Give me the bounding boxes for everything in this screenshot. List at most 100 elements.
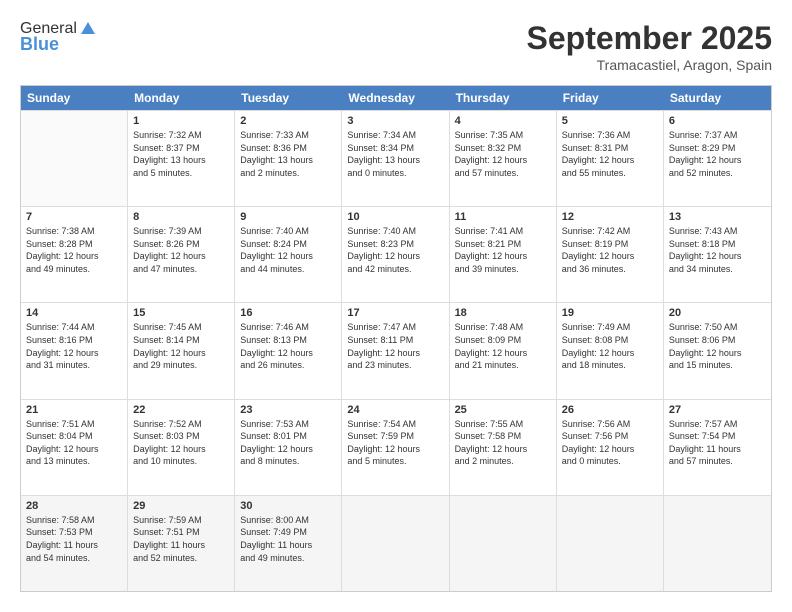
day-cell: 1 Sunrise: 7:32 AM Sunset: 8:37 PM Daylig… (128, 111, 235, 206)
day-cell: 18 Sunrise: 7:48 AM Sunset: 8:09 PM Dayli… (450, 303, 557, 398)
day-cell (21, 111, 128, 206)
logo-blue-text: Blue (20, 34, 59, 55)
day-number: 4 (455, 115, 551, 127)
day-info: Sunrise: 7:37 AM Sunset: 8:29 PM Dayligh… (669, 129, 766, 179)
day-header: Tuesday (235, 86, 342, 110)
day-cell: 29 Sunrise: 7:59 AM Sunset: 7:51 PM Dayli… (128, 496, 235, 591)
page: General Blue September 2025 Tramacastiel… (0, 0, 792, 612)
day-cell: 14Sunrise: 7:44 AM Sunset: 8:16 PM Dayli… (21, 303, 128, 398)
day-info: Sunrise: 7:58 AM Sunset: 7:53 PM Dayligh… (26, 514, 122, 564)
day-header: Saturday (664, 86, 771, 110)
day-cell: 13 Sunrise: 7:43 AM Sunset: 8:18 PM Dayli… (664, 207, 771, 302)
day-cell: 30 Sunrise: 8:00 AM Sunset: 7:49 PM Dayli… (235, 496, 342, 591)
day-cell: 20 Sunrise: 7:50 AM Sunset: 8:06 PM Dayli… (664, 303, 771, 398)
day-info: Sunrise: 7:56 AM Sunset: 7:56 PM Dayligh… (562, 418, 658, 468)
day-info: Sunrise: 7:42 AM Sunset: 8:19 PM Dayligh… (562, 225, 658, 275)
day-cell: 27 Sunrise: 7:57 AM Sunset: 7:54 PM Dayli… (664, 400, 771, 495)
day-info: Sunrise: 7:44 AM Sunset: 8:16 PM Dayligh… (26, 321, 122, 371)
day-number: 2 (240, 115, 336, 127)
week-row: 1 Sunrise: 7:32 AM Sunset: 8:37 PM Daylig… (21, 110, 771, 206)
day-info: Sunrise: 7:40 AM Sunset: 8:23 PM Dayligh… (347, 225, 443, 275)
day-info: Sunrise: 7:40 AM Sunset: 8:24 PM Dayligh… (240, 225, 336, 275)
day-number: 25 (455, 404, 551, 416)
week-row: 21Sunrise: 7:51 AM Sunset: 8:04 PM Dayli… (21, 399, 771, 495)
day-cell: 9 Sunrise: 7:40 AM Sunset: 8:24 PM Daylig… (235, 207, 342, 302)
day-cell: 19Sunrise: 7:49 AM Sunset: 8:08 PM Dayli… (557, 303, 664, 398)
day-info: Sunrise: 7:52 AM Sunset: 8:03 PM Dayligh… (133, 418, 229, 468)
day-number: 7 (26, 211, 122, 223)
day-info: Sunrise: 7:32 AM Sunset: 8:37 PM Dayligh… (133, 129, 229, 179)
day-cell: 17Sunrise: 7:47 AM Sunset: 8:11 PM Dayli… (342, 303, 449, 398)
day-cell (557, 496, 664, 591)
day-info: Sunrise: 7:34 AM Sunset: 8:34 PM Dayligh… (347, 129, 443, 179)
day-info: Sunrise: 7:47 AM Sunset: 8:11 PM Dayligh… (347, 321, 443, 371)
day-number: 29 (133, 500, 229, 512)
day-cell: 5Sunrise: 7:36 AM Sunset: 8:31 PM Daylig… (557, 111, 664, 206)
day-number: 30 (240, 500, 336, 512)
day-number: 9 (240, 211, 336, 223)
day-cell: 26 Sunrise: 7:56 AM Sunset: 7:56 PM Dayli… (557, 400, 664, 495)
day-info: Sunrise: 7:41 AM Sunset: 8:21 PM Dayligh… (455, 225, 551, 275)
day-info: Sunrise: 7:59 AM Sunset: 7:51 PM Dayligh… (133, 514, 229, 564)
day-cell: 23 Sunrise: 7:53 AM Sunset: 8:01 PM Dayli… (235, 400, 342, 495)
day-number: 23 (240, 404, 336, 416)
day-number: 15 (133, 307, 229, 319)
day-info: Sunrise: 7:38 AM Sunset: 8:28 PM Dayligh… (26, 225, 122, 275)
day-cell: 4 Sunrise: 7:35 AM Sunset: 8:32 PM Daylig… (450, 111, 557, 206)
day-cell: 11Sunrise: 7:41 AM Sunset: 8:21 PM Dayli… (450, 207, 557, 302)
day-number: 24 (347, 404, 443, 416)
day-number: 3 (347, 115, 443, 127)
title-block: September 2025 Tramacastiel, Aragon, Spa… (527, 20, 772, 73)
day-number: 13 (669, 211, 766, 223)
day-cell (664, 496, 771, 591)
day-cell: 8 Sunrise: 7:39 AM Sunset: 8:26 PM Daylig… (128, 207, 235, 302)
day-info: Sunrise: 7:43 AM Sunset: 8:18 PM Dayligh… (669, 225, 766, 275)
weeks: 1 Sunrise: 7:32 AM Sunset: 8:37 PM Daylig… (21, 110, 771, 591)
day-number: 12 (562, 211, 658, 223)
day-cell (342, 496, 449, 591)
day-cell: 22 Sunrise: 7:52 AM Sunset: 8:03 PM Dayli… (128, 400, 235, 495)
day-info: Sunrise: 7:53 AM Sunset: 8:01 PM Dayligh… (240, 418, 336, 468)
day-cell (450, 496, 557, 591)
day-number: 6 (669, 115, 766, 127)
day-cell: 28 Sunrise: 7:58 AM Sunset: 7:53 PM Dayli… (21, 496, 128, 591)
day-cell: 12 Sunrise: 7:42 AM Sunset: 8:19 PM Dayli… (557, 207, 664, 302)
day-cell: 7 Sunrise: 7:38 AM Sunset: 8:28 PM Daylig… (21, 207, 128, 302)
week-row: 7 Sunrise: 7:38 AM Sunset: 8:28 PM Daylig… (21, 206, 771, 302)
day-number: 26 (562, 404, 658, 416)
day-info: Sunrise: 7:49 AM Sunset: 8:08 PM Dayligh… (562, 321, 658, 371)
day-info: Sunrise: 7:55 AM Sunset: 7:58 PM Dayligh… (455, 418, 551, 468)
day-info: Sunrise: 7:45 AM Sunset: 8:14 PM Dayligh… (133, 321, 229, 371)
day-number: 20 (669, 307, 766, 319)
month-title: September 2025 (527, 20, 772, 57)
day-number: 10 (347, 211, 443, 223)
day-number: 28 (26, 500, 122, 512)
day-number: 27 (669, 404, 766, 416)
day-cell: 10 Sunrise: 7:40 AM Sunset: 8:23 PM Dayli… (342, 207, 449, 302)
day-info: Sunrise: 7:54 AM Sunset: 7:59 PM Dayligh… (347, 418, 443, 468)
day-number: 18 (455, 307, 551, 319)
day-info: Sunrise: 7:46 AM Sunset: 8:13 PM Dayligh… (240, 321, 336, 371)
day-header: Thursday (450, 86, 557, 110)
day-info: Sunrise: 7:57 AM Sunset: 7:54 PM Dayligh… (669, 418, 766, 468)
day-number: 8 (133, 211, 229, 223)
day-info: Sunrise: 7:33 AM Sunset: 8:36 PM Dayligh… (240, 129, 336, 179)
day-info: Sunrise: 8:00 AM Sunset: 7:49 PM Dayligh… (240, 514, 336, 564)
day-cell: 16Sunrise: 7:46 AM Sunset: 8:13 PM Dayli… (235, 303, 342, 398)
day-cell: 25 Sunrise: 7:55 AM Sunset: 7:58 PM Dayli… (450, 400, 557, 495)
header: General Blue September 2025 Tramacastiel… (20, 20, 772, 73)
day-cell: 21Sunrise: 7:51 AM Sunset: 8:04 PM Dayli… (21, 400, 128, 495)
logo: General Blue (20, 20, 97, 55)
day-info: Sunrise: 7:48 AM Sunset: 8:09 PM Dayligh… (455, 321, 551, 371)
day-number: 1 (133, 115, 229, 127)
day-headers: SundayMondayTuesdayWednesdayThursdayFrid… (21, 86, 771, 110)
day-header: Friday (557, 86, 664, 110)
day-cell: 24 Sunrise: 7:54 AM Sunset: 7:59 PM Dayli… (342, 400, 449, 495)
day-cell: 3 Sunrise: 7:34 AM Sunset: 8:34 PM Daylig… (342, 111, 449, 206)
day-number: 22 (133, 404, 229, 416)
day-info: Sunrise: 7:39 AM Sunset: 8:26 PM Dayligh… (133, 225, 229, 275)
day-number: 21 (26, 404, 122, 416)
day-header: Monday (128, 86, 235, 110)
day-info: Sunrise: 7:50 AM Sunset: 8:06 PM Dayligh… (669, 321, 766, 371)
day-info: Sunrise: 7:35 AM Sunset: 8:32 PM Dayligh… (455, 129, 551, 179)
